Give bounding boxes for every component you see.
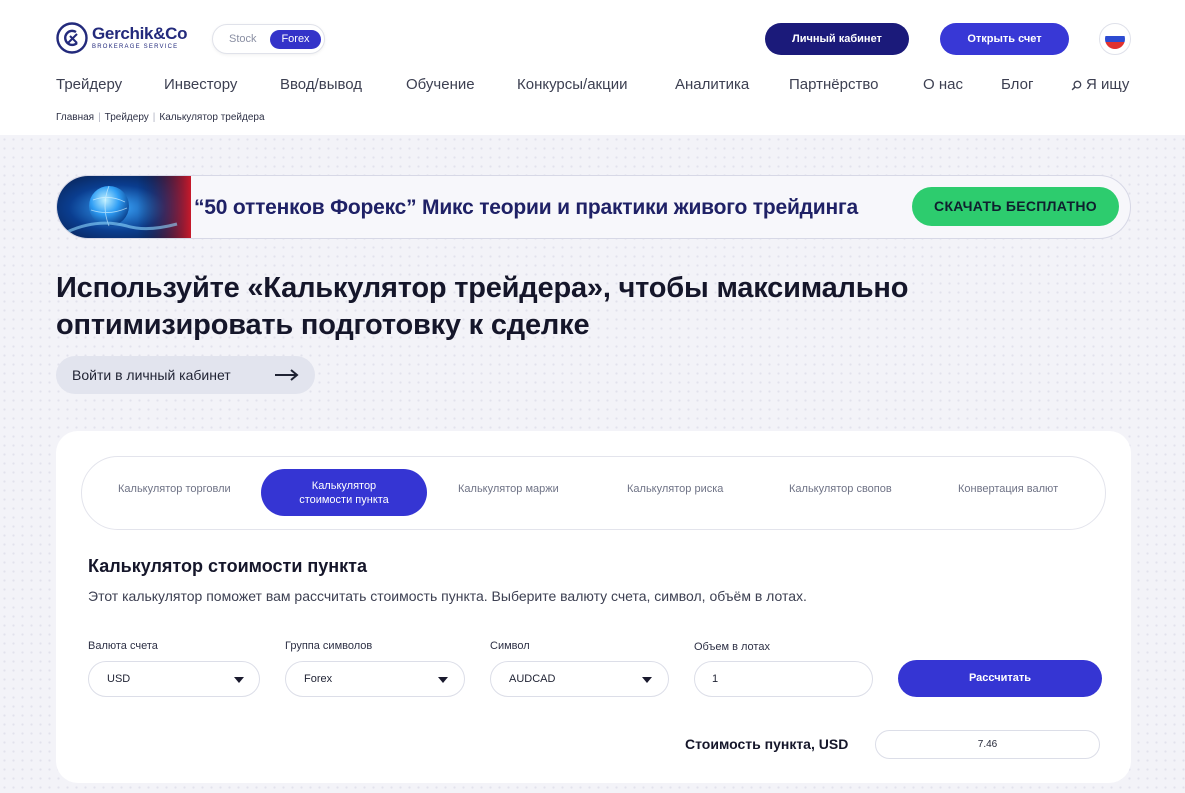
personal-cabinet-button[interactable]: Личный кабинет [765, 23, 909, 55]
banner-globe-image [57, 176, 191, 238]
nav-item-about[interactable]: О нас [923, 76, 963, 93]
arrow-right-icon [275, 369, 299, 381]
breadcrumb-trader[interactable]: Трейдеру [105, 112, 149, 123]
tab-swap-calculator[interactable]: Калькулятор свопов [789, 483, 892, 495]
symbol-group-select[interactable]: Forex [285, 661, 465, 697]
logo-name: Gerchik&Co [92, 24, 188, 43]
nav-item-contests[interactable]: Конкурсы/акции [517, 76, 627, 93]
lots-label: Объем в лотах [694, 641, 770, 653]
breadcrumb-current: Калькулятор трейдера [159, 112, 265, 123]
symbol-label: Символ [490, 640, 530, 652]
logo[interactable]: Gerchik&Co BROKERAGE SERVICE [56, 22, 188, 54]
open-account-button[interactable]: Открыть счет [940, 23, 1069, 55]
banner-text: “50 оттенков Форекс” Микс теории и практ… [194, 196, 858, 219]
language-selector[interactable] [1099, 23, 1131, 55]
tab-margin-calculator[interactable]: Калькулятор маржи [458, 483, 559, 495]
breadcrumb-home[interactable]: Главная [56, 112, 94, 123]
nav-item-investor[interactable]: Инвестору [164, 76, 237, 93]
nav-item-analytics[interactable]: Аналитика [675, 76, 749, 93]
download-free-button[interactable]: СКАЧАТЬ БЕСПЛАТНО [912, 187, 1119, 226]
lots-input[interactable] [694, 661, 873, 697]
tab-currency-conversion[interactable]: Конвертация валют [958, 483, 1058, 495]
currency-select[interactable]: USD [88, 661, 260, 697]
tab-pip-value-calculator[interactable]: Калькулятор стоимости пункта [261, 469, 427, 516]
market-toggle[interactable]: Stock Forex [212, 24, 325, 54]
calculator-description: Этот калькулятор поможет вам рассчитать … [88, 588, 807, 604]
tab-trading-calculator[interactable]: Калькулятор торговли [118, 483, 231, 495]
login-cabinet-button[interactable]: Войти в личный кабинет [56, 356, 315, 394]
logo-subtitle: BROKERAGE SERVICE [92, 44, 179, 50]
currency-label: Валюта счета [88, 640, 158, 652]
calculator-tabs: Калькулятор торговли Калькулятор стоимост… [81, 456, 1106, 530]
tab-active-line2: стоимости пункта [299, 493, 389, 506]
symbol-group-label: Группа символов [285, 640, 373, 652]
currency-value: USD [107, 673, 131, 685]
main-nav: Трейдеру Инвестору Ввод/вывод Обучение К… [56, 76, 1136, 96]
logo-mark-icon [56, 22, 88, 54]
symbol-group-value: Forex [304, 673, 333, 685]
page-title: Используйте «Калькулятор трейдера», чтоб… [56, 270, 1016, 344]
calculator-title: Калькулятор стоимости пункта [88, 556, 367, 576]
page-title-line1: Используйте «Калькулятор трейдера», чтоб… [56, 272, 909, 304]
tab-risk-calculator[interactable]: Калькулятор риска [627, 483, 723, 495]
main-content: “50 оттенков Форекс” Микс теории и практ… [0, 135, 1185, 793]
calculator-card: Калькулятор торговли Калькулятор стоимост… [56, 431, 1131, 783]
nav-item-trader[interactable]: Трейдеру [56, 76, 122, 93]
promo-banner[interactable]: “50 оттенков Форекс” Микс теории и практ… [56, 175, 1131, 239]
pip-value-label: Стоимость пункта, USD [685, 736, 849, 752]
chevron-down-icon [438, 677, 448, 683]
breadcrumb: Главная | Трейдеру | Калькулятор трейдера [56, 112, 265, 123]
chevron-down-icon [234, 677, 244, 683]
site-header: Gerchik&Co BROKERAGE SERVICE Stock Forex… [0, 0, 1185, 135]
toggle-stock[interactable]: Stock [229, 33, 257, 45]
symbol-value: AUDCAD [509, 673, 556, 685]
nav-item-partnership[interactable]: Партнёрство [789, 76, 879, 93]
tab-active-line1: Калькулятор [311, 479, 377, 492]
calculate-button[interactable]: Рассчитать [898, 660, 1102, 697]
toggle-forex[interactable]: Forex [270, 30, 321, 49]
symbol-select[interactable]: AUDCAD [490, 661, 669, 697]
search-label: Я ищу [1086, 76, 1130, 93]
page-title-line2: оптимизировать подготовку к сделке [56, 309, 590, 341]
nav-item-education[interactable]: Обучение [406, 76, 475, 93]
chevron-down-icon [642, 677, 652, 683]
search-link[interactable]: Я ищу [1071, 76, 1129, 93]
login-cabinet-label: Войти в личный кабинет [72, 367, 231, 383]
pip-value-result: 7.46 [875, 730, 1100, 759]
search-icon [1071, 80, 1082, 90]
nav-item-deposit-withdraw[interactable]: Ввод/вывод [280, 76, 362, 93]
nav-item-blog[interactable]: Блог [1001, 76, 1033, 93]
flag-ru-icon [1105, 29, 1125, 49]
